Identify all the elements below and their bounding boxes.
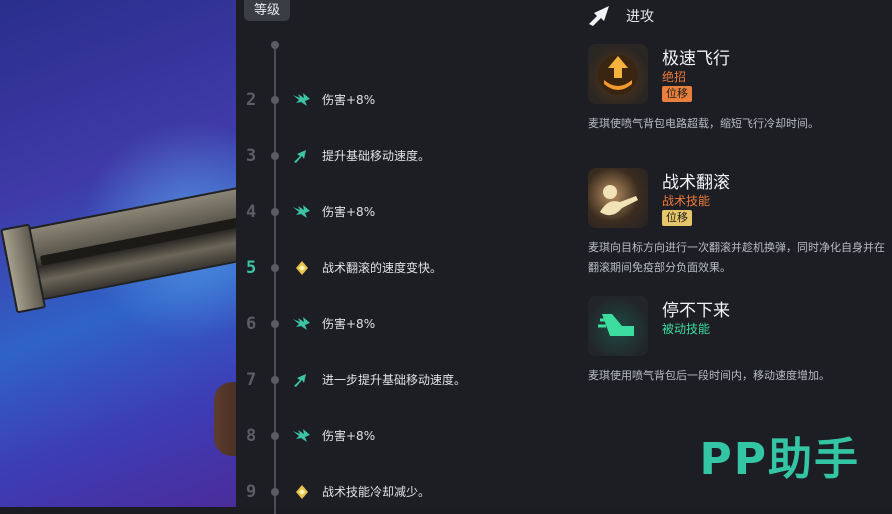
level-number: 9 [246,482,257,502]
weapon-slot [40,217,236,266]
skill-description: 麦琪向目标方向进行一次翻滚并趁机换弹，同时净化自身并在翻滚期间免疫部分负面效果。 [588,241,885,274]
level-row: 8 伤害+8% [236,424,576,448]
level-progression-panel: 等级 2 伤害+8% 3 提升基础移动速度。 4 伤害+8% 5 战术翻滚的速度… [236,0,576,514]
skill-card[interactable]: 极速飞行 绝招 位移 麦琪使喷气背包电路超载，缩短飞行冷却时间。 [588,44,888,140]
level-row: 4 伤害+8% [236,200,576,224]
level-number: 2 [246,90,257,110]
level-row: 3 提升基础移动速度。 [236,144,576,168]
level-row: 9 战术技能冷却减少。 [236,480,576,504]
skill-description: 麦琪使喷气背包电路超载，缩短飞行冷却时间。 [588,117,819,130]
attack-arrow-icon [589,6,609,26]
timeline-start-dot [271,41,279,49]
speed-boot-icon [588,296,648,356]
level-number: 5 [246,258,257,278]
wing-icon [292,92,312,108]
skill-type: 绝招 [662,70,687,84]
skills-panel: 进攻 极速飞行 绝招 位移 麦琪使喷气背包电路超载，缩短飞行冷却时间。 战术翻滚… [576,0,892,507]
weapon-cap [0,223,47,314]
timeline-dot [271,208,279,216]
skill-card[interactable]: 停不下来 被动技能 麦琪使用喷气背包后一段时间内，移动速度增加。 [588,296,888,390]
level-row: 7 进一步提升基础移动速度。 [236,368,576,392]
skill-description: 麦琪使用喷气背包后一段时间内，移动速度增加。 [588,369,830,382]
level-text: 伤害+8% [322,317,376,331]
hand-art [214,382,236,456]
skill-type: 战术技能 [662,194,711,208]
rocket-boost-icon [588,44,648,104]
skill-name: 停不下来 [662,301,730,321]
level-row: 2 伤害+8% [236,88,576,112]
arrow-up-icon [292,372,312,388]
section-title: 进攻 [626,9,654,25]
level-text: 战术技能冷却减少。 [322,485,431,499]
wing-icon [292,316,312,332]
skill-tag: 位移 [662,86,692,102]
arrow-up-icon [292,148,312,164]
level-number: 6 [246,314,257,334]
timeline-dot [271,152,279,160]
skill-name: 极速飞行 [662,49,730,69]
timeline-dot [271,376,279,384]
level-text: 战术翻滚的速度变快。 [322,261,443,275]
level-text: 提升基础移动速度。 [322,149,431,163]
diamond-icon [292,260,312,276]
timeline-dot [271,432,279,440]
timeline-dot [271,488,279,496]
diamond-icon [292,484,312,500]
wing-icon [292,428,312,444]
skill-tag: 位移 [662,210,692,226]
level-text: 伤害+8% [322,205,376,219]
level-text: 伤害+8% [322,93,376,107]
level-number: 8 [246,426,257,446]
skill-type: 被动技能 [662,322,711,336]
level-number: 3 [246,146,257,166]
tactical-roll-icon [588,168,648,228]
level-tab[interactable]: 等级 [244,0,290,21]
timeline-dot [271,264,279,272]
skill-name: 战术翻滚 [662,173,730,193]
level-row: 5 战术翻滚的速度变快。 [236,256,576,280]
watermark-logo: PP助手 [699,434,860,485]
level-text: 伤害+8% [322,429,376,443]
level-text: 进一步提升基础移动速度。 [322,373,467,387]
timeline-dot [271,320,279,328]
skill-card[interactable]: 战术翻滚 战术技能 位移 麦琪向目标方向进行一次翻滚并趁机换弹，同时净化自身并在… [588,168,888,278]
level-row: 6 伤害+8% [236,312,576,336]
wing-icon [292,204,312,220]
level-number: 4 [246,202,257,222]
level-number: 7 [246,370,257,390]
timeline-dot [271,96,279,104]
hero-artwork [0,0,236,507]
